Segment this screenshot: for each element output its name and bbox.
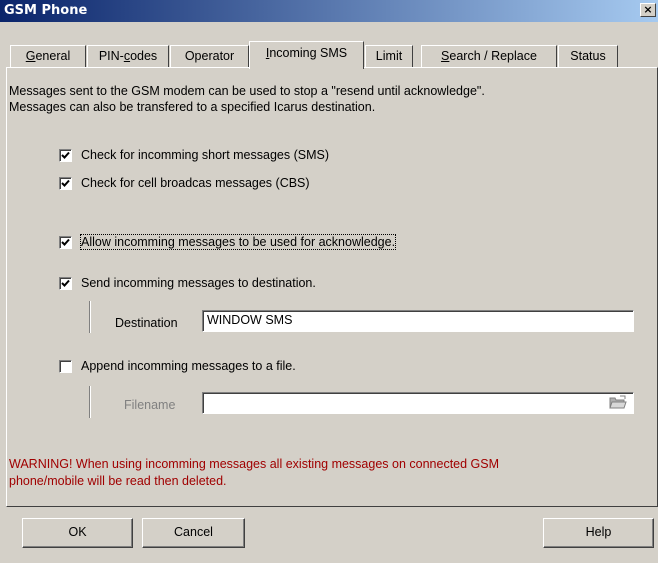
tab-label: odes [130, 49, 158, 63]
browse-button[interactable] [608, 394, 630, 412]
tab-panel-incoming-sms: Messages sent to the GSM modem can be us… [6, 67, 658, 507]
check-cbs-label[interactable]: Check for cell broadcas messages (CBS) [81, 176, 310, 190]
title-bar[interactable]: GSM Phone × [0, 0, 658, 22]
filename-input[interactable] [202, 392, 634, 414]
checkmark-icon [61, 179, 70, 187]
window-title: GSM Phone [4, 3, 88, 18]
close-icon: × [643, 3, 653, 16]
warning-line1: WARNING! When using incomming messages a… [9, 457, 500, 471]
tab-search-replace[interactable]: Search / Replace [421, 45, 557, 67]
intro-text-line1: Messages sent to the GSM modem can be us… [9, 84, 485, 98]
allow-ack-checkbox[interactable] [59, 236, 72, 249]
tab-pin-codes[interactable]: PIN-codes [87, 45, 169, 67]
tab-limit[interactable]: Limit [365, 45, 413, 67]
filename-label: Filename [124, 398, 176, 412]
tab-general[interactable]: General [10, 45, 86, 67]
folder-open-icon [609, 395, 627, 409]
append-file-label[interactable]: Append incomming messages to a file. [81, 359, 296, 373]
destination-input[interactable]: WINDOW SMS [202, 310, 634, 332]
check-sms-label[interactable]: Check for incomming short messages (SMS) [81, 148, 329, 162]
tab-incoming-sms[interactable]: Incoming SMS [249, 41, 364, 69]
help-button[interactable]: Help [543, 518, 654, 548]
tab-status[interactable]: Status [558, 45, 618, 67]
ok-button[interactable]: OK [22, 518, 133, 548]
tab-label: PIN- [98, 49, 124, 63]
intro-text-line2: Messages can also be transfered to a spe… [9, 100, 376, 114]
gsm-phone-dialog: GSM Phone × General PIN-codes Operator I… [0, 0, 658, 563]
check-cbs-checkbox[interactable] [59, 177, 72, 190]
checkmark-icon [61, 151, 70, 159]
send-dest-checkbox[interactable] [59, 277, 72, 290]
check-sms-checkbox[interactable] [59, 149, 72, 162]
tab-label: Status [570, 49, 606, 63]
indent-divider [89, 301, 91, 333]
cancel-button[interactable]: Cancel [142, 518, 245, 548]
append-file-checkbox[interactable] [59, 360, 72, 373]
tab-label: ncoming SMS [269, 46, 348, 60]
tab-label: Operator [184, 49, 235, 63]
warning-line2: phone/mobile will be read then deleted. [9, 474, 227, 488]
send-dest-label[interactable]: Send incomming messages to destination. [81, 276, 316, 290]
checkmark-icon [61, 238, 70, 246]
tab-operator[interactable]: Operator [170, 45, 249, 67]
tab-label: eneral [35, 49, 71, 63]
destination-label: Destination [115, 316, 178, 330]
tab-label: earch / Replace [449, 49, 537, 63]
checkmark-icon [61, 279, 70, 287]
close-button[interactable]: × [640, 3, 656, 17]
allow-ack-label[interactable]: Allow incomming messages to be used for … [79, 234, 397, 250]
tab-label: Limit [375, 49, 403, 63]
indent-divider [89, 386, 91, 418]
